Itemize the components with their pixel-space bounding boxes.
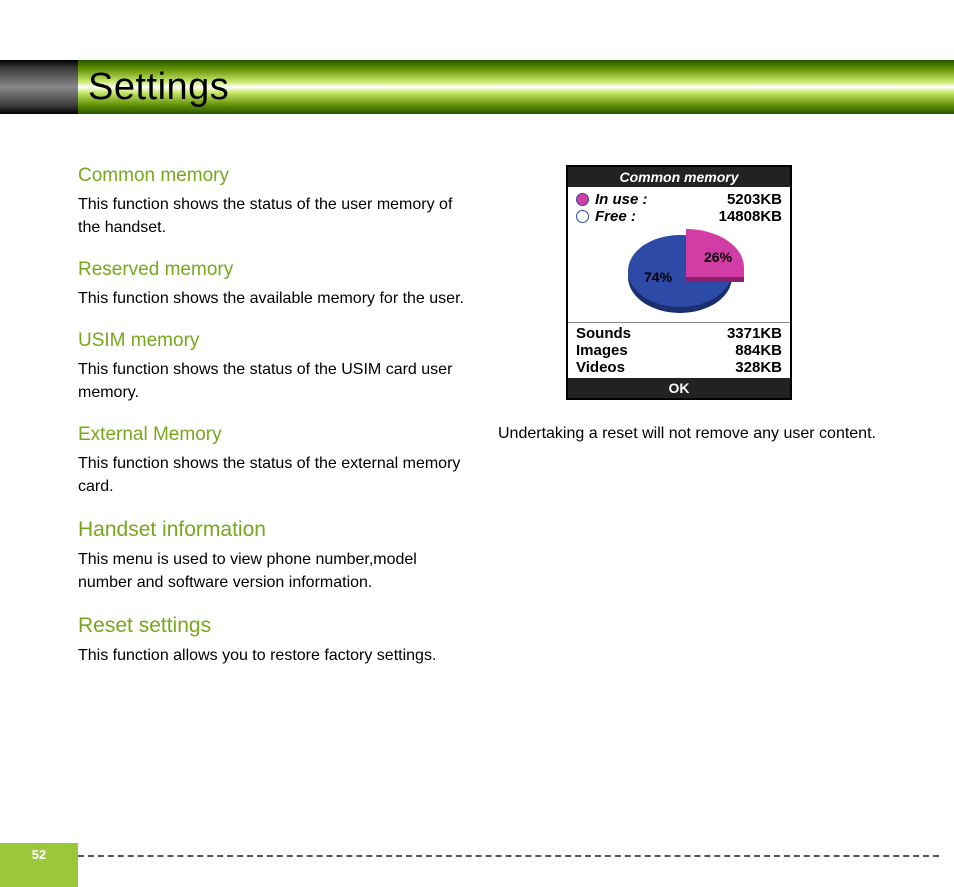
reset-note: Undertaking a reset will not remove any … xyxy=(498,422,898,445)
footer-divider xyxy=(78,855,939,857)
left-column: Common memory This function shows the st… xyxy=(78,165,473,687)
heading-usim-memory: USIM memory xyxy=(78,330,473,352)
heading-reset-settings: Reset settings xyxy=(78,614,473,638)
list-label: Videos xyxy=(576,359,735,376)
right-column: Common memory In use : 5203KB Free : 148… xyxy=(498,165,898,465)
list-label: Images xyxy=(576,342,735,359)
legend-free-label: Free : xyxy=(595,208,719,225)
para-common-memory: This function shows the status of the us… xyxy=(78,193,473,239)
heading-external-memory: External Memory xyxy=(78,424,473,446)
para-handset-info: This menu is used to view phone number,m… xyxy=(78,548,473,594)
phone-ok-softkey: OK xyxy=(568,378,790,398)
phone-pie-chart: 26% 74% xyxy=(568,229,790,322)
page-title: Settings xyxy=(88,60,229,114)
para-usim-memory: This function shows the status of the US… xyxy=(78,358,473,404)
heading-handset-info: Handset information xyxy=(78,518,473,542)
list-item: Sounds 3371KB xyxy=(576,325,782,342)
phone-screenshot: Common memory In use : 5203KB Free : 148… xyxy=(566,165,792,400)
legend-in-use: In use : 5203KB xyxy=(576,191,782,208)
pie-label-free: 74% xyxy=(644,269,672,285)
phone-title: Common memory xyxy=(568,167,790,187)
page-number: 52 xyxy=(0,843,78,866)
list-item: Videos 328KB xyxy=(576,359,782,376)
legend-in-use-value: 5203KB xyxy=(727,191,782,208)
heading-reserved-memory: Reserved memory xyxy=(78,259,473,281)
heading-common-memory: Common memory xyxy=(78,165,473,187)
pie-label-in-use: 26% xyxy=(704,249,732,265)
legend-in-use-label: In use : xyxy=(595,191,727,208)
legend-free-value: 14808KB xyxy=(719,208,782,225)
list-label: Sounds xyxy=(576,325,727,342)
dot-in-use-icon xyxy=(576,193,589,206)
dot-free-icon xyxy=(576,210,589,223)
legend-free: Free : 14808KB xyxy=(576,208,782,225)
para-external-memory: This function shows the status of the ex… xyxy=(78,452,473,498)
list-value: 884KB xyxy=(735,342,782,359)
phone-breakdown-list: Sounds 3371KB Images 884KB Videos 328KB xyxy=(568,322,790,378)
footer-accent xyxy=(0,866,78,887)
para-reserved-memory: This function shows the available memory… xyxy=(78,287,473,310)
title-bar-accent xyxy=(0,60,78,114)
page: Settings Common memory This function sho… xyxy=(0,0,954,887)
list-value: 3371KB xyxy=(727,325,782,342)
para-reset-settings: This function allows you to restore fact… xyxy=(78,644,473,667)
list-item: Images 884KB xyxy=(576,342,782,359)
list-value: 328KB xyxy=(735,359,782,376)
phone-legend: In use : 5203KB Free : 14808KB xyxy=(568,187,790,229)
